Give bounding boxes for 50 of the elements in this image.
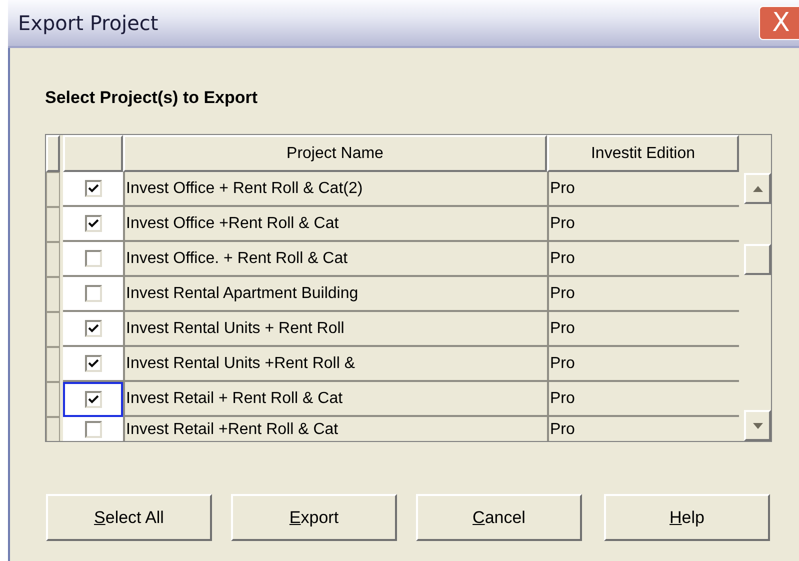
dialog-button[interactable]: Select All: [46, 494, 212, 541]
checkbox[interactable]: [84, 391, 102, 408]
checkbox[interactable]: [84, 355, 102, 372]
checkmark-icon: [88, 324, 98, 333]
table-cell: Invest Rental Apartment Building: [123, 277, 547, 312]
dialog-button[interactable]: Cancel: [416, 494, 582, 541]
table-cell: Pro: [547, 417, 739, 441]
table-cell: Invest Retail +Rent Roll & Cat: [123, 417, 547, 441]
up-arrow-icon: [752, 186, 762, 192]
row-header[interactable]: [46, 242, 60, 277]
table-cell: Pro: [547, 277, 739, 312]
dialog-button[interactable]: Help: [604, 494, 770, 541]
table-cell: Pro: [547, 312, 739, 347]
checkbox[interactable]: [84, 215, 102, 232]
checkbox[interactable]: [84, 320, 102, 337]
checkbox[interactable]: [84, 285, 102, 302]
table-cell: Invest Rental Units + Rent Roll: [123, 312, 547, 347]
checkmark-icon: [88, 359, 98, 368]
checkbox[interactable]: [84, 250, 102, 267]
checkbox[interactable]: [84, 421, 102, 438]
row-header[interactable]: [46, 347, 60, 382]
row-header[interactable]: [46, 172, 60, 207]
scroll-up-button[interactable]: [744, 173, 771, 204]
scroll-down-button[interactable]: [744, 410, 771, 441]
checkbox[interactable]: [84, 180, 102, 197]
table-cell: Pro: [547, 172, 739, 207]
row-header[interactable]: [46, 382, 60, 417]
table-cell: Pro: [547, 242, 739, 277]
table-cell: Invest Retail + Rent Roll & Cat: [123, 382, 547, 417]
checkmark-icon: [88, 395, 98, 404]
checkmark-icon: [88, 184, 98, 193]
scroll-thumb[interactable]: [744, 244, 771, 275]
table-cell: Pro: [547, 347, 739, 382]
row-header[interactable]: [46, 277, 60, 312]
close-button[interactable]: X: [759, 6, 799, 40]
column-header[interactable]: Project Name: [123, 135, 547, 172]
window-title: Export Project: [17, 11, 158, 35]
table-cell: Invest Office + Rent Roll & Cat(2): [123, 172, 547, 207]
down-arrow-icon: [752, 422, 762, 428]
section-heading: Select Project(s) to Export: [45, 88, 259, 108]
table-cell: Invest Rental Units +Rent Roll &: [123, 347, 547, 382]
checkmark-icon: [88, 219, 98, 228]
column-header[interactable]: Investit Edition: [547, 135, 739, 172]
dialog-button[interactable]: Export: [231, 494, 397, 541]
table-cell: Invest Office. + Rent Roll & Cat: [123, 242, 547, 277]
row-header[interactable]: [46, 312, 60, 347]
table-cell: Pro: [547, 207, 739, 242]
table-cell: Invest Office +Rent Roll & Cat: [123, 207, 547, 242]
table-cell: Pro: [547, 382, 739, 417]
row-header[interactable]: [46, 207, 60, 242]
